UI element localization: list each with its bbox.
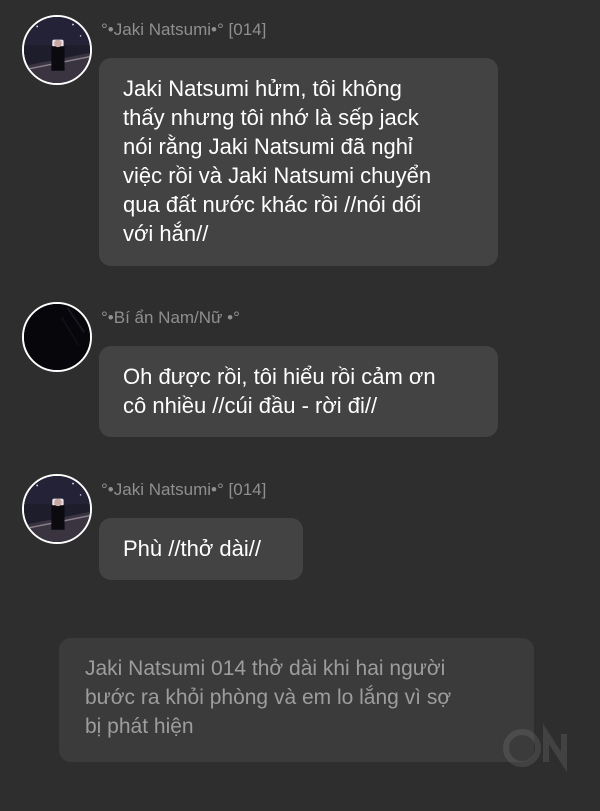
message-bubble: Oh được rồi, tôi hiểu rồi cảm ơn cô nhiề… xyxy=(99,346,498,437)
sender-name: °•Jaki Natsumi•° [014] xyxy=(101,20,267,39)
narration-bubble: Jaki Natsumi 014 thở dài khi hai người b… xyxy=(59,638,534,762)
character-avatar-icon xyxy=(24,476,90,542)
dark-avatar-icon xyxy=(24,304,90,370)
avatar[interactable] xyxy=(22,474,92,544)
avatar[interactable] xyxy=(22,15,92,85)
sender-name: °•Bí ẩn Nam/Nữ •° xyxy=(101,308,240,327)
watermark-logo-icon xyxy=(503,723,567,772)
avatar[interactable] xyxy=(22,302,92,372)
sender-name: °•Jaki Natsumi•° [014] xyxy=(101,480,267,499)
message-bubble: Phù //thở dài// xyxy=(99,518,303,580)
character-avatar-icon xyxy=(24,17,90,83)
chat-window: °•Jaki Natsumi•° [014] Jaki Natsumi hửm,… xyxy=(0,0,600,811)
message-bubble: Jaki Natsumi hửm, tôi không thấy nhưng t… xyxy=(99,58,498,266)
